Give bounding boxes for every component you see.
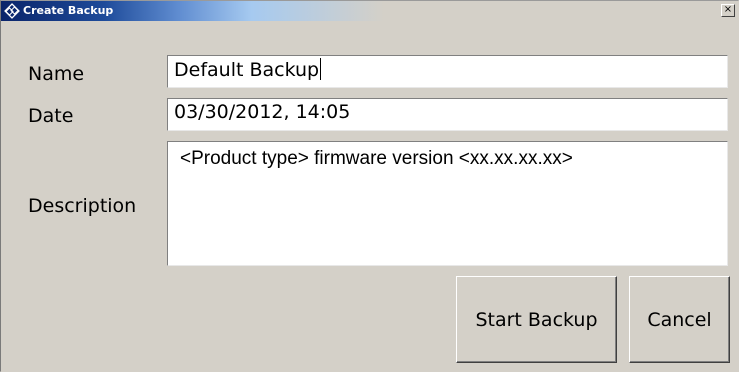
date-value: 03/30/2012, 14:05 xyxy=(174,101,351,123)
description-label: Description xyxy=(28,195,137,217)
description-value: <Product type> firmware version <xx.xx.x… xyxy=(180,148,573,169)
create-backup-dialog: Create Backup × Name Default Backup Date… xyxy=(0,0,739,372)
window-title: Create Backup xyxy=(23,4,114,17)
start-backup-button[interactable]: Start Backup xyxy=(456,276,617,363)
name-input[interactable]: Default Backup xyxy=(167,55,728,88)
name-label: Name xyxy=(28,63,85,85)
cancel-label: Cancel xyxy=(647,308,712,331)
app-diamond-icon xyxy=(4,3,20,19)
title-bar[interactable]: Create Backup × xyxy=(1,1,738,21)
close-button[interactable]: × xyxy=(721,4,735,17)
date-input[interactable]: 03/30/2012, 14:05 xyxy=(167,98,728,131)
close-icon: × xyxy=(723,4,733,15)
name-value: Default Backup xyxy=(174,59,320,81)
cancel-button[interactable]: Cancel xyxy=(629,276,730,363)
start-backup-label: Start Backup xyxy=(475,308,598,331)
description-textarea[interactable]: <Product type> firmware version <xx.xx.x… xyxy=(167,141,728,266)
date-label: Date xyxy=(28,105,74,127)
text-caret xyxy=(320,58,322,80)
